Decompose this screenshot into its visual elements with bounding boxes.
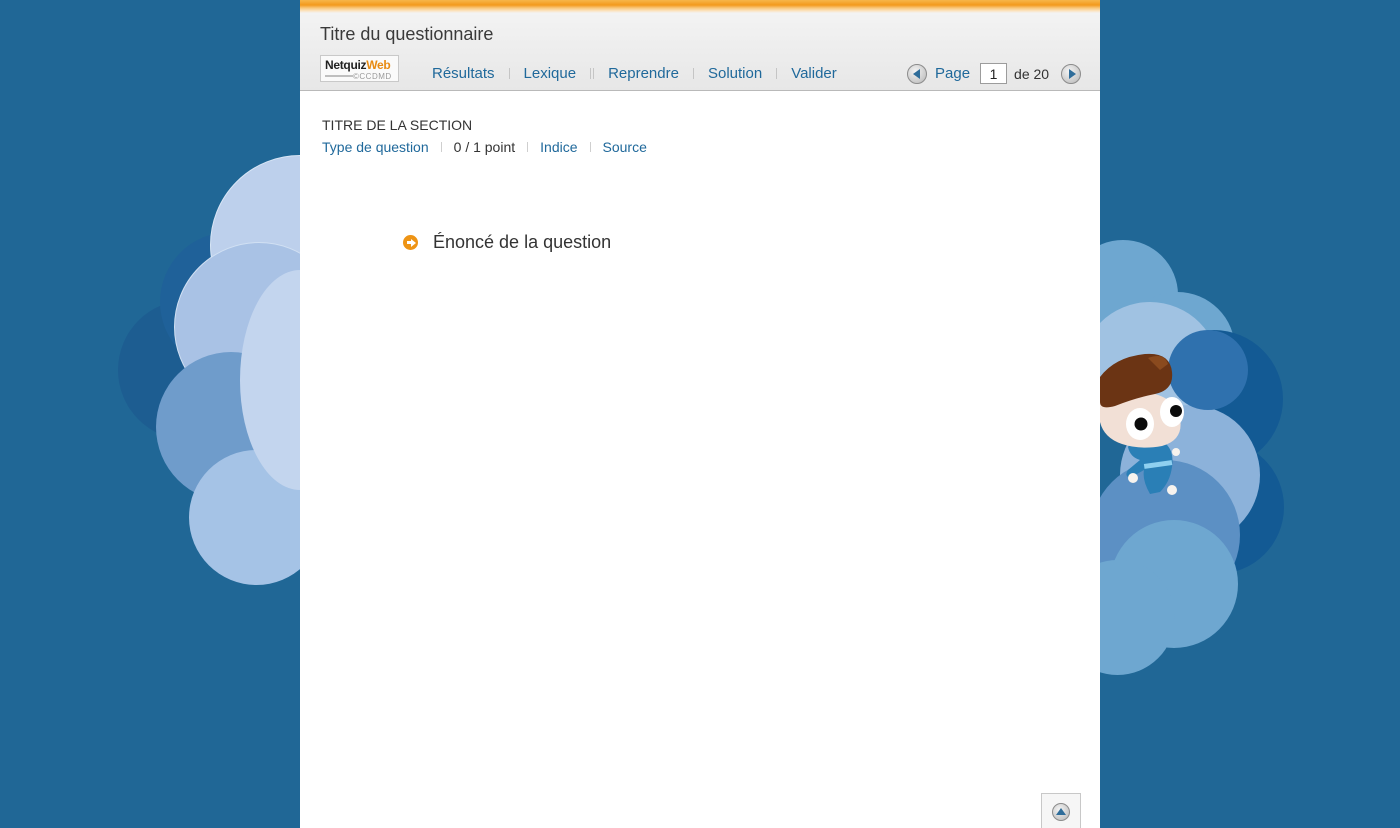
- hint-link[interactable]: Indice: [540, 139, 577, 155]
- question-info-bar: Type de question 0 / 1 point Indice Sour…: [322, 139, 647, 155]
- menu-glossary[interactable]: Lexique: [524, 65, 577, 82]
- section-title: TITRE DE LA SECTION: [322, 117, 473, 133]
- menu-results[interactable]: Résultats: [432, 65, 495, 82]
- logo-brand-web: Web: [366, 58, 391, 72]
- menu-divider: [692, 68, 694, 79]
- info-divider: [527, 142, 529, 152]
- question-statement: Énoncé de la question: [403, 232, 611, 253]
- menu-solution[interactable]: Solution: [708, 65, 762, 82]
- menu-divider: [590, 68, 595, 79]
- page-label: Page: [935, 65, 971, 82]
- arrow-up-circle-icon: [1056, 807, 1066, 815]
- menu-validate[interactable]: Valider: [791, 65, 837, 82]
- menu-restart[interactable]: Reprendre: [608, 65, 679, 82]
- menu-divider: [508, 68, 510, 79]
- question-statement-text: Énoncé de la question: [433, 232, 612, 252]
- next-page-button[interactable]: [1061, 63, 1082, 84]
- menu-divider: [776, 68, 778, 79]
- back-to-top-button[interactable]: [1041, 793, 1081, 828]
- main-menu: Résultats Lexique Reprendre Solution Val…: [432, 65, 837, 82]
- question-score: 0 / 1 point: [453, 139, 516, 155]
- logo-bar: [325, 75, 353, 77]
- info-divider: [589, 142, 591, 152]
- page-number-input[interactable]: [980, 63, 1008, 84]
- logo-publisher: ©CCDMD: [353, 72, 392, 81]
- page-total: de 20: [1014, 65, 1050, 82]
- arrow-right-bullet-icon: [403, 235, 418, 250]
- mascot-character: [1100, 352, 1190, 502]
- quiz-panel: Titre du questionnaire NetquizWeb ©CCDMD…: [300, 0, 1100, 828]
- logo-brand: Netquiz: [325, 58, 367, 72]
- arrow-right-circle-icon: [1068, 68, 1076, 79]
- quiz-header: Titre du questionnaire NetquizWeb ©CCDMD…: [300, 13, 1100, 91]
- source-link[interactable]: Source: [603, 139, 647, 155]
- question-type-link[interactable]: Type de question: [322, 139, 429, 155]
- info-divider: [440, 142, 442, 152]
- prev-page-button[interactable]: [907, 63, 927, 84]
- netquiz-logo[interactable]: NetquizWeb ©CCDMD: [320, 55, 399, 82]
- arrow-left-circle-icon: [912, 68, 920, 79]
- quiz-title: Titre du questionnaire: [320, 24, 494, 44]
- page-navigator: Page de 20: [907, 63, 1082, 84]
- top-accent-bar: [300, 0, 1100, 13]
